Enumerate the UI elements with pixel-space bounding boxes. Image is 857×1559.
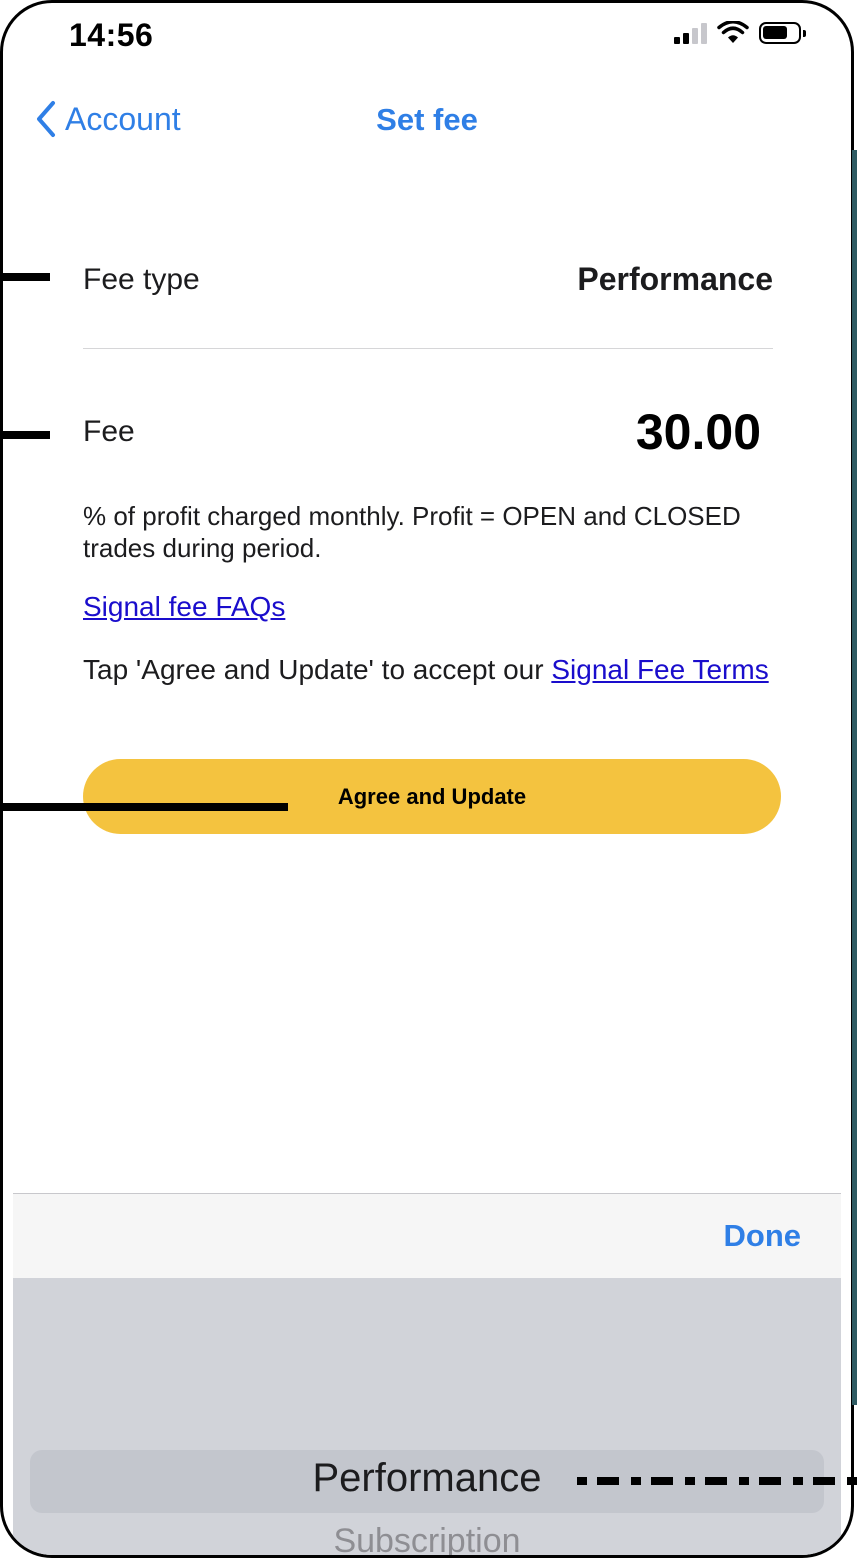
agree-and-update-button[interactable]: Agree and Update xyxy=(83,759,781,834)
annotation-line-fee xyxy=(0,431,50,439)
fee-description: % of profit charged monthly. Profit = OP… xyxy=(83,501,741,563)
signal-fee-faqs-link[interactable]: Signal fee FAQs xyxy=(83,591,285,623)
cellular-signal-icon xyxy=(674,22,707,44)
annotation-line-fee-type xyxy=(0,273,50,281)
terms-text: Tap 'Agree and Update' to accept our Sig… xyxy=(83,653,783,687)
navigation-bar: Account Set fee xyxy=(3,88,851,158)
right-edge-accent xyxy=(852,150,857,1405)
done-button[interactable]: Done xyxy=(724,1218,802,1254)
status-time: 14:56 xyxy=(69,17,154,53)
status-icons xyxy=(674,21,806,45)
fee-row[interactable]: Fee 30.00 xyxy=(83,403,773,461)
fee-label: Fee xyxy=(83,415,135,448)
fee-type-row[interactable]: Fee type Performance xyxy=(83,261,773,298)
picker-toolbar: Done xyxy=(13,1193,841,1278)
phone-frame: 14:56 Account Set fee Fee type Performan… xyxy=(0,0,854,1558)
status-bar: 14:56 xyxy=(3,3,851,73)
page-title: Set fee xyxy=(376,102,478,137)
annotation-line-agree-button xyxy=(0,803,288,811)
signal-fee-terms-link[interactable]: Signal Fee Terms xyxy=(551,654,768,685)
annotation-dashed-line-picker xyxy=(577,1477,857,1485)
fee-type-label: Fee type xyxy=(83,262,200,296)
wifi-icon xyxy=(717,21,749,43)
fee-type-value[interactable]: Performance xyxy=(577,261,773,298)
divider xyxy=(83,348,773,349)
terms-prefix: Tap 'Agree and Update' to accept our xyxy=(83,654,552,685)
battery-icon xyxy=(759,22,806,44)
fee-type-picker[interactable]: Performance Subscription xyxy=(13,1278,841,1555)
fee-value-input[interactable]: 30.00 xyxy=(636,403,761,461)
picker-option-next[interactable]: Subscription xyxy=(13,1522,841,1555)
